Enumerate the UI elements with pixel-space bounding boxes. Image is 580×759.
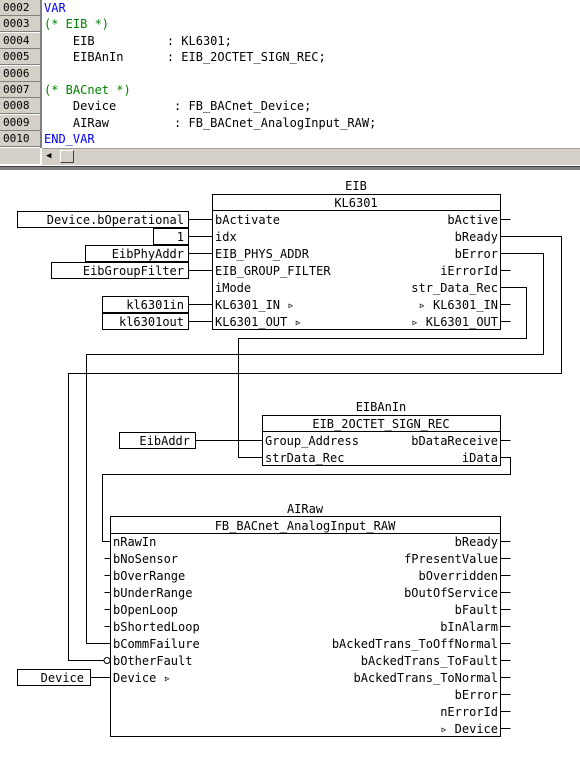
code-token: EIB : KL6301; [44,33,232,48]
input-pin-label: bOverRange [113,569,185,583]
var-eib-addr-label: EibAddr [139,434,190,448]
var-kl6301out[interactable]: kl6301out [102,313,189,330]
output-pin-label: bDataReceive [411,434,498,448]
input-pin-label: Device ▹ [113,671,171,685]
var-eib-phy-addr[interactable]: EibPhyAddr [85,245,189,262]
scrollbar-corner [0,148,40,164]
comment-token: (* EIB *) [44,17,110,32]
code-token: AIRaw : FB_BACnet_AnalogInput_RAW; [44,115,377,130]
output-pin-label: ▹ KL6301_IN [419,298,498,312]
negation-circle [103,657,111,664]
output-pin-label: bActive [447,213,498,227]
keyword-token: VAR [44,1,66,15]
fb-eibanin-type: EIB_2OCTET_SIGN_REC [312,417,449,431]
var-eib-group-filter[interactable]: EibGroupFilter [51,262,189,279]
var-kl6301out-label: kl6301out [119,315,184,329]
input-pin-label: bNoSensor [113,552,178,566]
fbd-diagram[interactable]: EIB KL6301 bActivate idx EIB_PHYS_ADDR EIB_… [0,169,580,759]
horizontal-scrollbar[interactable]: ◀ [42,148,580,165]
const-idx-label: 1 [177,230,184,244]
output-pin-label: str_Data_Rec [411,281,498,295]
line-number: 0007 [0,82,40,98]
line-number: 0008 [0,98,40,115]
input-pin-label: EIB_PHYS_ADDR [215,247,310,261]
code-token: EIBAnIn : EIB_2OCTET_SIGN_REC; [44,50,326,65]
fb-airaw[interactable]: AIRaw FB_BACnet_AnalogInput_RAW nRawIn bN… [110,502,501,737]
output-pin-label: ▹ KL6301_OUT [411,315,498,329]
input-pin-label: KL6301_IN ▹ [215,298,294,312]
code-line[interactable]: EIBAnIn : EIB_2OCTET_SIGN_REC; [44,49,326,65]
output-pin-label: bAckedTrans_ToFault [361,654,498,668]
var-eib-group-filter-label: EibGroupFilter [83,264,184,278]
output-pin-label: bOutOfService [404,586,498,600]
output-pin-label: ▹ Device [440,722,498,736]
output-pin-label: nErrorId [440,705,498,719]
gutter-separator [40,0,42,148]
line-number: 0006 [0,65,40,82]
output-pin-label: bFault [455,603,498,617]
output-pin-label: bInAlarm [440,620,498,634]
output-pin-label: bAckedTrans_ToNormal [354,671,499,685]
line-number: 0002 [0,0,40,16]
code-line[interactable]: (* BACnet *) [44,82,131,98]
fb-eib-type: KL6301 [334,196,377,210]
line-number: 0010 [0,131,40,148]
var-kl6301in[interactable]: kl6301in [102,296,189,313]
fb-airaw-instance: AIRaw [287,502,324,516]
scrollbar-thumb[interactable] [60,150,74,163]
const-idx[interactable]: 1 [153,228,189,245]
input-pin-label: bActivate [215,213,280,227]
code-line[interactable]: END_VAR [44,131,95,147]
var-eib-addr[interactable]: EibAddr [119,432,196,449]
scroll-left-arrow-icon[interactable]: ◀ [46,151,51,161]
output-pin-label: bOverridden [419,569,498,583]
line-number: 0004 [0,32,40,49]
line-number: 0003 [0,16,40,33]
input-pin-label: bUnderRange [113,586,192,600]
code-line[interactable]: AIRaw : FB_BACnet_AnalogInput_RAW; [44,115,376,131]
code-token: Device : FB_BACnet_Device; [44,99,312,114]
output-pin-label: fPresentValue [404,552,498,566]
output-pin-label: bReady [455,230,498,244]
var-eib-phy-addr-label: EibPhyAddr [112,247,184,261]
output-pin-label: bError [455,247,498,261]
fb-airaw-type: FB_BACnet_AnalogInput_RAW [215,519,396,533]
code-line[interactable]: EIB : KL6301; [44,33,232,49]
var-device-operational-label: Device.bOperational [47,213,184,227]
input-pin-label: bCommFailure [113,637,200,651]
code-line[interactable]: (* EIB *) [44,16,109,32]
output-pin-label: bAckedTrans_ToOffNormal [332,637,498,651]
var-device-operational[interactable]: Device.bOperational [17,211,189,228]
var-device[interactable]: Device [17,669,91,686]
input-pin-label: idx [215,230,237,244]
input-pin-label: strData_Rec [265,451,344,465]
var-device-label: Device [41,671,84,685]
fb-eib[interactable]: EIB KL6301 bActivate idx EIB_PHYS_ADDR EIB_… [212,179,501,330]
output-pin-label: bError [455,688,498,702]
input-pin-label: KL6301_OUT ▹ [215,315,302,329]
fb-eibanin[interactable]: EIBAnIn EIB_2OCTET_SIGN_REC Group_Addres… [262,400,501,466]
output-pin-label: bReady [455,535,498,549]
code-line[interactable]: Device : FB_BACnet_Device; [44,98,311,114]
line-number: 0009 [0,114,40,131]
input-pin-label: nRawIn [113,535,156,549]
code-line[interactable]: VAR [44,0,66,16]
fb-eib-instance: EIB [345,179,367,193]
line-number: 0005 [0,49,40,66]
input-pin-label: Group_Address [265,434,359,448]
output-pin-label: iData [462,451,498,465]
input-pin-label: bShortedLoop [113,620,200,634]
output-pin-label: iErrorId [440,264,498,278]
input-pin-label: iMode [215,281,251,295]
input-pin-label: bOtherFault [113,654,192,668]
input-pin-label: EIB_GROUP_FILTER [215,264,331,278]
declaration-editor[interactable]: 0002 VAR 0003 (* EIB *) 0004 EIB : KL6301; 00… [0,0,580,168]
fb-eibanin-instance: EIBAnIn [356,400,407,414]
keyword-token: END_VAR [44,132,95,147]
var-kl6301in-label: kl6301in [126,298,184,312]
input-pin-label: bOpenLoop [113,603,178,617]
comment-token: (* BACnet *) [44,83,131,97]
